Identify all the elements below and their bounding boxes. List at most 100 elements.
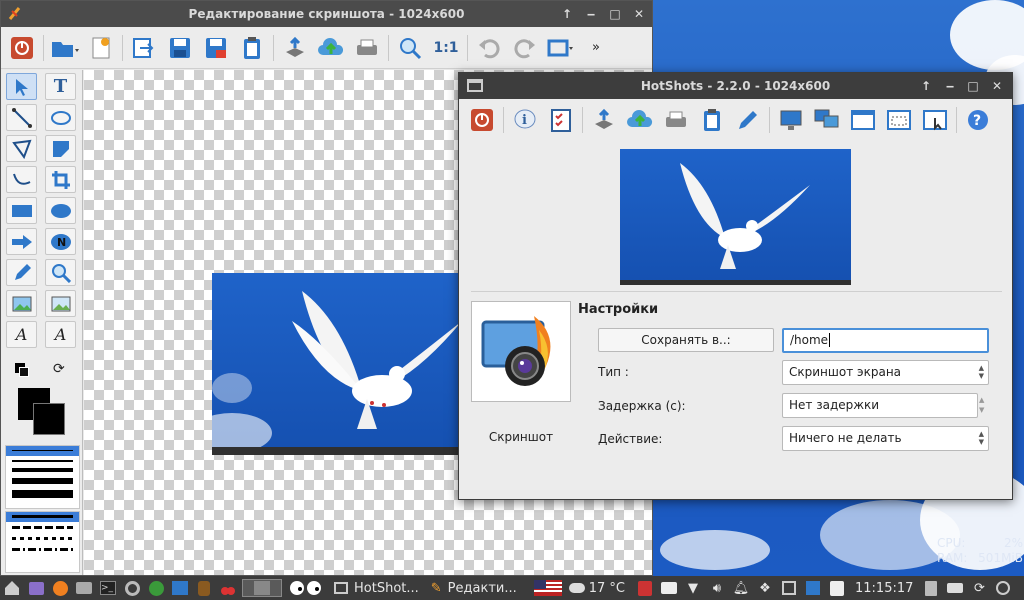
upload-icon[interactable]	[280, 33, 310, 63]
numbering-tool-icon[interactable]: N	[45, 228, 76, 255]
select-tool-icon[interactable]	[6, 73, 37, 100]
quit-button[interactable]	[467, 105, 497, 135]
line-width-list[interactable]	[5, 445, 80, 509]
action-select[interactable]: Ничего не делать ▲ ▼	[782, 426, 989, 451]
ellipse-outline-tool-icon[interactable]	[45, 104, 76, 131]
quit-button[interactable]	[7, 33, 37, 63]
zoom-fit-icon[interactable]	[395, 33, 425, 63]
maximize-up-icon[interactable]: ↑	[555, 1, 579, 27]
hotshots-titlebar[interactable]: HotShots - 2.2.0 - 1024x600 ↑ ‒ □ ✕	[459, 73, 1012, 99]
swap-colors-icon[interactable]: ⟳	[53, 361, 65, 377]
new-image-icon[interactable]	[86, 33, 116, 63]
image-viewer-icon[interactable]	[170, 579, 190, 597]
files-icon[interactable]	[74, 579, 94, 597]
color-small-swatch[interactable]	[15, 363, 29, 377]
task-editor[interactable]: ✎ Редакти...	[425, 576, 523, 600]
type-select[interactable]: Скриншот экрана ▲ ▼	[782, 360, 989, 385]
rectangle-tool-icon[interactable]	[6, 197, 37, 224]
screenshot-preview[interactable]	[620, 149, 851, 285]
delay-spinbox[interactable]: Нет задержки	[782, 393, 978, 418]
polyline-tool-icon[interactable]	[6, 135, 37, 162]
polygon-tool-icon[interactable]	[45, 135, 76, 162]
us-flag-icon[interactable]	[533, 579, 563, 597]
maximize-up-icon[interactable]: ↑	[914, 73, 938, 99]
cherry-icon[interactable]	[218, 579, 238, 597]
minimize-button[interactable]: ‒	[579, 1, 603, 27]
editor-titlebar[interactable]: Редактирование скриншота - 1024x600 ↑ ‒ …	[1, 1, 652, 27]
background-color[interactable]	[33, 403, 65, 435]
workspace-switcher[interactable]	[242, 579, 282, 597]
cloud-upload-icon[interactable]	[625, 105, 655, 135]
disk-icon[interactable]	[659, 579, 679, 597]
save-to-button[interactable]: Сохранять в..:	[598, 328, 774, 352]
task-hotshots[interactable]: HotShot...	[328, 576, 425, 600]
settings-icon[interactable]	[122, 579, 142, 597]
arrow-tool-icon[interactable]	[6, 228, 37, 255]
crop-tool-icon[interactable]	[45, 166, 76, 193]
wifi-icon[interactable]: ▼	[683, 579, 703, 597]
zoom-actual-icon[interactable]: 1:1	[431, 33, 461, 63]
line-tool-icon[interactable]	[6, 104, 37, 131]
keyboard-icon[interactable]	[945, 579, 965, 597]
weather-temp[interactable]: 17 °C	[589, 581, 625, 596]
clipboard-icon[interactable]	[237, 33, 267, 63]
multi-screen-icon[interactable]	[812, 105, 842, 135]
info-icon[interactable]: i	[510, 105, 540, 135]
notes-icon[interactable]	[635, 579, 655, 597]
refresh-icon[interactable]: ⟳	[969, 579, 989, 597]
close-button[interactable]: ✕	[985, 73, 1009, 99]
font-tool-icon[interactable]: A	[6, 321, 37, 348]
close-button[interactable]: ✕	[627, 1, 651, 27]
redo-icon[interactable]	[510, 33, 540, 63]
window-capture-icon[interactable]	[848, 105, 878, 135]
terminal-icon[interactable]: >_	[98, 579, 118, 597]
upload-icon[interactable]	[589, 105, 619, 135]
delay-stepper-icon[interactable]: ▲ ▼	[979, 395, 984, 415]
clock[interactable]: 11:15:17	[855, 581, 913, 596]
messages-icon[interactable]	[803, 579, 823, 597]
undo-icon[interactable]	[474, 33, 504, 63]
notification-bell-icon[interactable]: 🔔︎	[731, 579, 751, 597]
cloud-upload-icon[interactable]	[316, 33, 346, 63]
freehand-capture-icon[interactable]	[920, 105, 950, 135]
trash-icon[interactable]	[921, 579, 941, 597]
open-folder-icon[interactable]	[50, 33, 80, 63]
more-tools-icon[interactable]: »	[592, 40, 600, 55]
curve-tool-icon[interactable]	[6, 166, 37, 193]
app-menu-icon[interactable]	[26, 579, 46, 597]
help-icon[interactable]: ?	[963, 105, 993, 135]
checklist-icon[interactable]	[546, 105, 576, 135]
lamp-icon[interactable]	[194, 579, 214, 597]
power-icon[interactable]	[993, 579, 1013, 597]
highlighter-tool-icon[interactable]	[6, 259, 37, 286]
resize-canvas-icon[interactable]	[546, 33, 576, 63]
text-tool-icon[interactable]: T	[45, 73, 76, 100]
print-icon[interactable]	[661, 105, 691, 135]
box-icon[interactable]	[779, 579, 799, 597]
home-icon[interactable]	[2, 579, 22, 597]
region-capture-icon[interactable]	[884, 105, 914, 135]
save-as-icon[interactable]	[201, 33, 231, 63]
browser-icon[interactable]	[50, 579, 70, 597]
tasks-icon[interactable]	[827, 579, 847, 597]
dropbox-icon[interactable]: ❖	[755, 579, 775, 597]
image-tool-alt-icon[interactable]	[45, 290, 76, 317]
line-style-list[interactable]	[5, 511, 80, 573]
screen-capture-icon[interactable]	[776, 105, 806, 135]
print-icon[interactable]	[352, 33, 382, 63]
action-value: Ничего не делать	[789, 431, 902, 445]
font-outline-tool-icon[interactable]: A	[45, 321, 76, 348]
maximize-button[interactable]: □	[603, 1, 627, 27]
image-tool-icon[interactable]	[6, 290, 37, 317]
ellipse-tool-icon[interactable]	[45, 197, 76, 224]
clipboard-icon[interactable]	[697, 105, 727, 135]
maximize-button[interactable]: □	[961, 73, 985, 99]
minimize-button[interactable]: ‒	[938, 73, 962, 99]
export-icon[interactable]	[129, 33, 159, 63]
volume-icon[interactable]: 🔊︎	[707, 579, 727, 597]
edit-pencil-icon[interactable]	[733, 105, 763, 135]
globe-icon[interactable]	[146, 579, 166, 597]
magnifier-tool-icon[interactable]	[45, 259, 76, 286]
save-path-field[interactable]: /home	[782, 328, 989, 353]
save-icon[interactable]	[165, 33, 195, 63]
